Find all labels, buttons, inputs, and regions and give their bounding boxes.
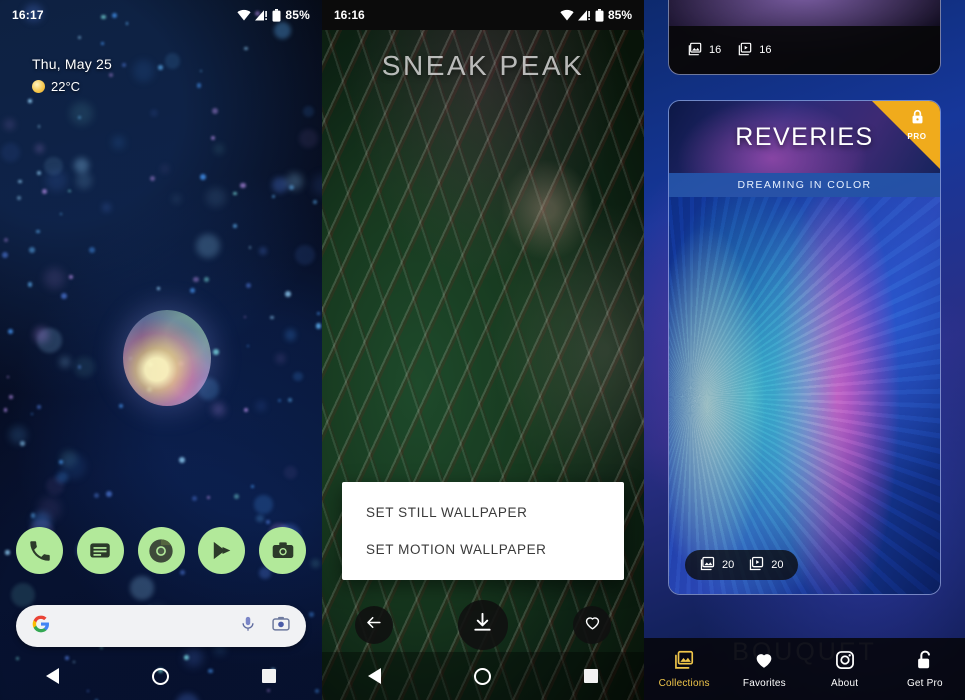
wallpaper-bubble — [123, 310, 211, 406]
date-weather-widget[interactable]: Thu, May 25 22°C — [32, 56, 112, 94]
cellular-signal-icon — [577, 9, 591, 21]
nav-item-favorites[interactable]: Favorites — [724, 638, 804, 700]
battery-icon — [595, 8, 604, 22]
pro-label: PRO — [907, 132, 927, 141]
motion-count: 20 — [748, 555, 784, 575]
preview-title: SNEAK PEAK — [381, 50, 585, 81]
back-nav-icon[interactable] — [46, 668, 60, 684]
wifi-icon — [237, 9, 251, 21]
wallpaper-type-dialog: SET STILL WALLPAPER SET MOTION WALLPAPER — [342, 482, 624, 580]
battery-icon — [272, 8, 281, 22]
download-button[interactable] — [457, 600, 508, 650]
temperature-label: 22°C — [51, 79, 81, 94]
date-label: Thu, May 25 — [32, 56, 113, 72]
collection-card-reveries[interactable]: REVERIES PRO DREAMING IN COLOR 20 20 — [668, 100, 941, 595]
status-bar: 16:17 85% — [0, 0, 322, 30]
nav-label-collections: Collections — [658, 678, 710, 689]
motion-count: 16 — [737, 41, 772, 60]
heart-outline-icon — [583, 613, 602, 637]
sun-icon — [32, 80, 45, 93]
google-lens-icon[interactable] — [271, 614, 291, 639]
google-search-bar[interactable] — [16, 605, 306, 647]
app-dock — [0, 527, 322, 574]
home-wallpaper — [0, 0, 322, 700]
system-nav-bar — [0, 652, 322, 700]
image-count-label: 16 — [709, 44, 722, 56]
nav-item-collections[interactable]: Collections — [644, 638, 724, 700]
download-icon — [471, 611, 494, 639]
system-nav-bar — [322, 652, 644, 700]
camera-app-icon[interactable] — [259, 527, 306, 574]
collection-subtitle: DREAMING IN COLOR — [669, 173, 940, 197]
set-motion-wallpaper-option[interactable]: SET MOTION WALLPAPER — [366, 542, 600, 557]
status-bar-time: 16:16 — [334, 8, 365, 22]
preview-action-bar — [322, 598, 644, 652]
preview-status-bar: 16:16 85% — [322, 0, 644, 30]
preview-wallpaper — [322, 0, 644, 700]
home-nav-icon[interactable] — [151, 667, 169, 685]
phone-app-icon[interactable] — [16, 527, 63, 574]
back-button[interactable] — [354, 606, 393, 644]
nav-label-favorites: Favorites — [742, 678, 786, 689]
collection-counts: 16 16 — [669, 26, 940, 74]
google-g-icon — [31, 614, 51, 639]
image-count: 20 — [699, 555, 734, 575]
unlock-icon — [914, 649, 936, 674]
status-bar-time: 16:17 — [12, 8, 44, 22]
bottom-navigation: Collections Favorites About Get Pro — [644, 638, 965, 700]
nav-item-get-pro[interactable]: Get Pro — [885, 638, 965, 700]
favorite-button[interactable] — [573, 606, 612, 644]
image-stack-icon — [699, 555, 716, 575]
back-nav-icon[interactable] — [368, 668, 382, 684]
play-store-app-icon[interactable] — [198, 527, 246, 574]
microphone-icon[interactable] — [239, 615, 257, 638]
home-screen-panel: 16:17 85% Thu, May 25 22°C — [0, 0, 322, 700]
instagram-camera-icon — [834, 649, 856, 674]
messages-app-icon[interactable] — [76, 527, 124, 574]
nav-label-about: About — [831, 678, 859, 689]
collection-title: REVERIES — [735, 122, 874, 151]
collection-header: REVERIES PRO — [669, 101, 940, 173]
wifi-icon — [560, 9, 574, 21]
collection-artwork: 20 20 — [669, 197, 940, 594]
pro-badge[interactable]: PRO — [872, 101, 940, 169]
heart-icon — [753, 649, 775, 674]
chrome-app-icon[interactable] — [137, 527, 185, 574]
app-collections-panel: 16 16 BOUQUET REVERIES PRO — [644, 0, 965, 700]
home-nav-icon[interactable] — [473, 667, 491, 685]
nav-label-get-pro: Get Pro — [906, 678, 943, 689]
wallpaper-preview-panel: 16:16 85% SNEAK PEAK SET STILL WALLPAPER… — [322, 0, 644, 700]
image-count: 16 — [687, 41, 721, 60]
battery-percent-label: 85% — [607, 8, 632, 22]
image-stack-icon — [687, 41, 703, 60]
motion-count-label: 20 — [771, 559, 784, 571]
battery-percent-label: 85% — [285, 8, 310, 22]
recents-nav-icon[interactable] — [261, 669, 276, 683]
collection-counts: 20 20 — [685, 550, 798, 580]
recents-nav-icon[interactable] — [583, 669, 598, 683]
collection-card[interactable]: 16 16 — [668, 0, 941, 75]
collections-icon — [673, 649, 695, 674]
back-arrow-icon — [364, 613, 383, 637]
set-still-wallpaper-option[interactable]: SET STILL WALLPAPER — [366, 505, 600, 520]
cellular-signal-icon — [255, 9, 268, 21]
video-stack-icon — [748, 555, 765, 575]
nav-item-about[interactable]: About — [805, 638, 885, 700]
image-count-label: 20 — [722, 559, 735, 571]
motion-count-label: 16 — [759, 44, 772, 56]
lock-icon — [909, 108, 926, 131]
video-stack-icon — [737, 41, 753, 60]
